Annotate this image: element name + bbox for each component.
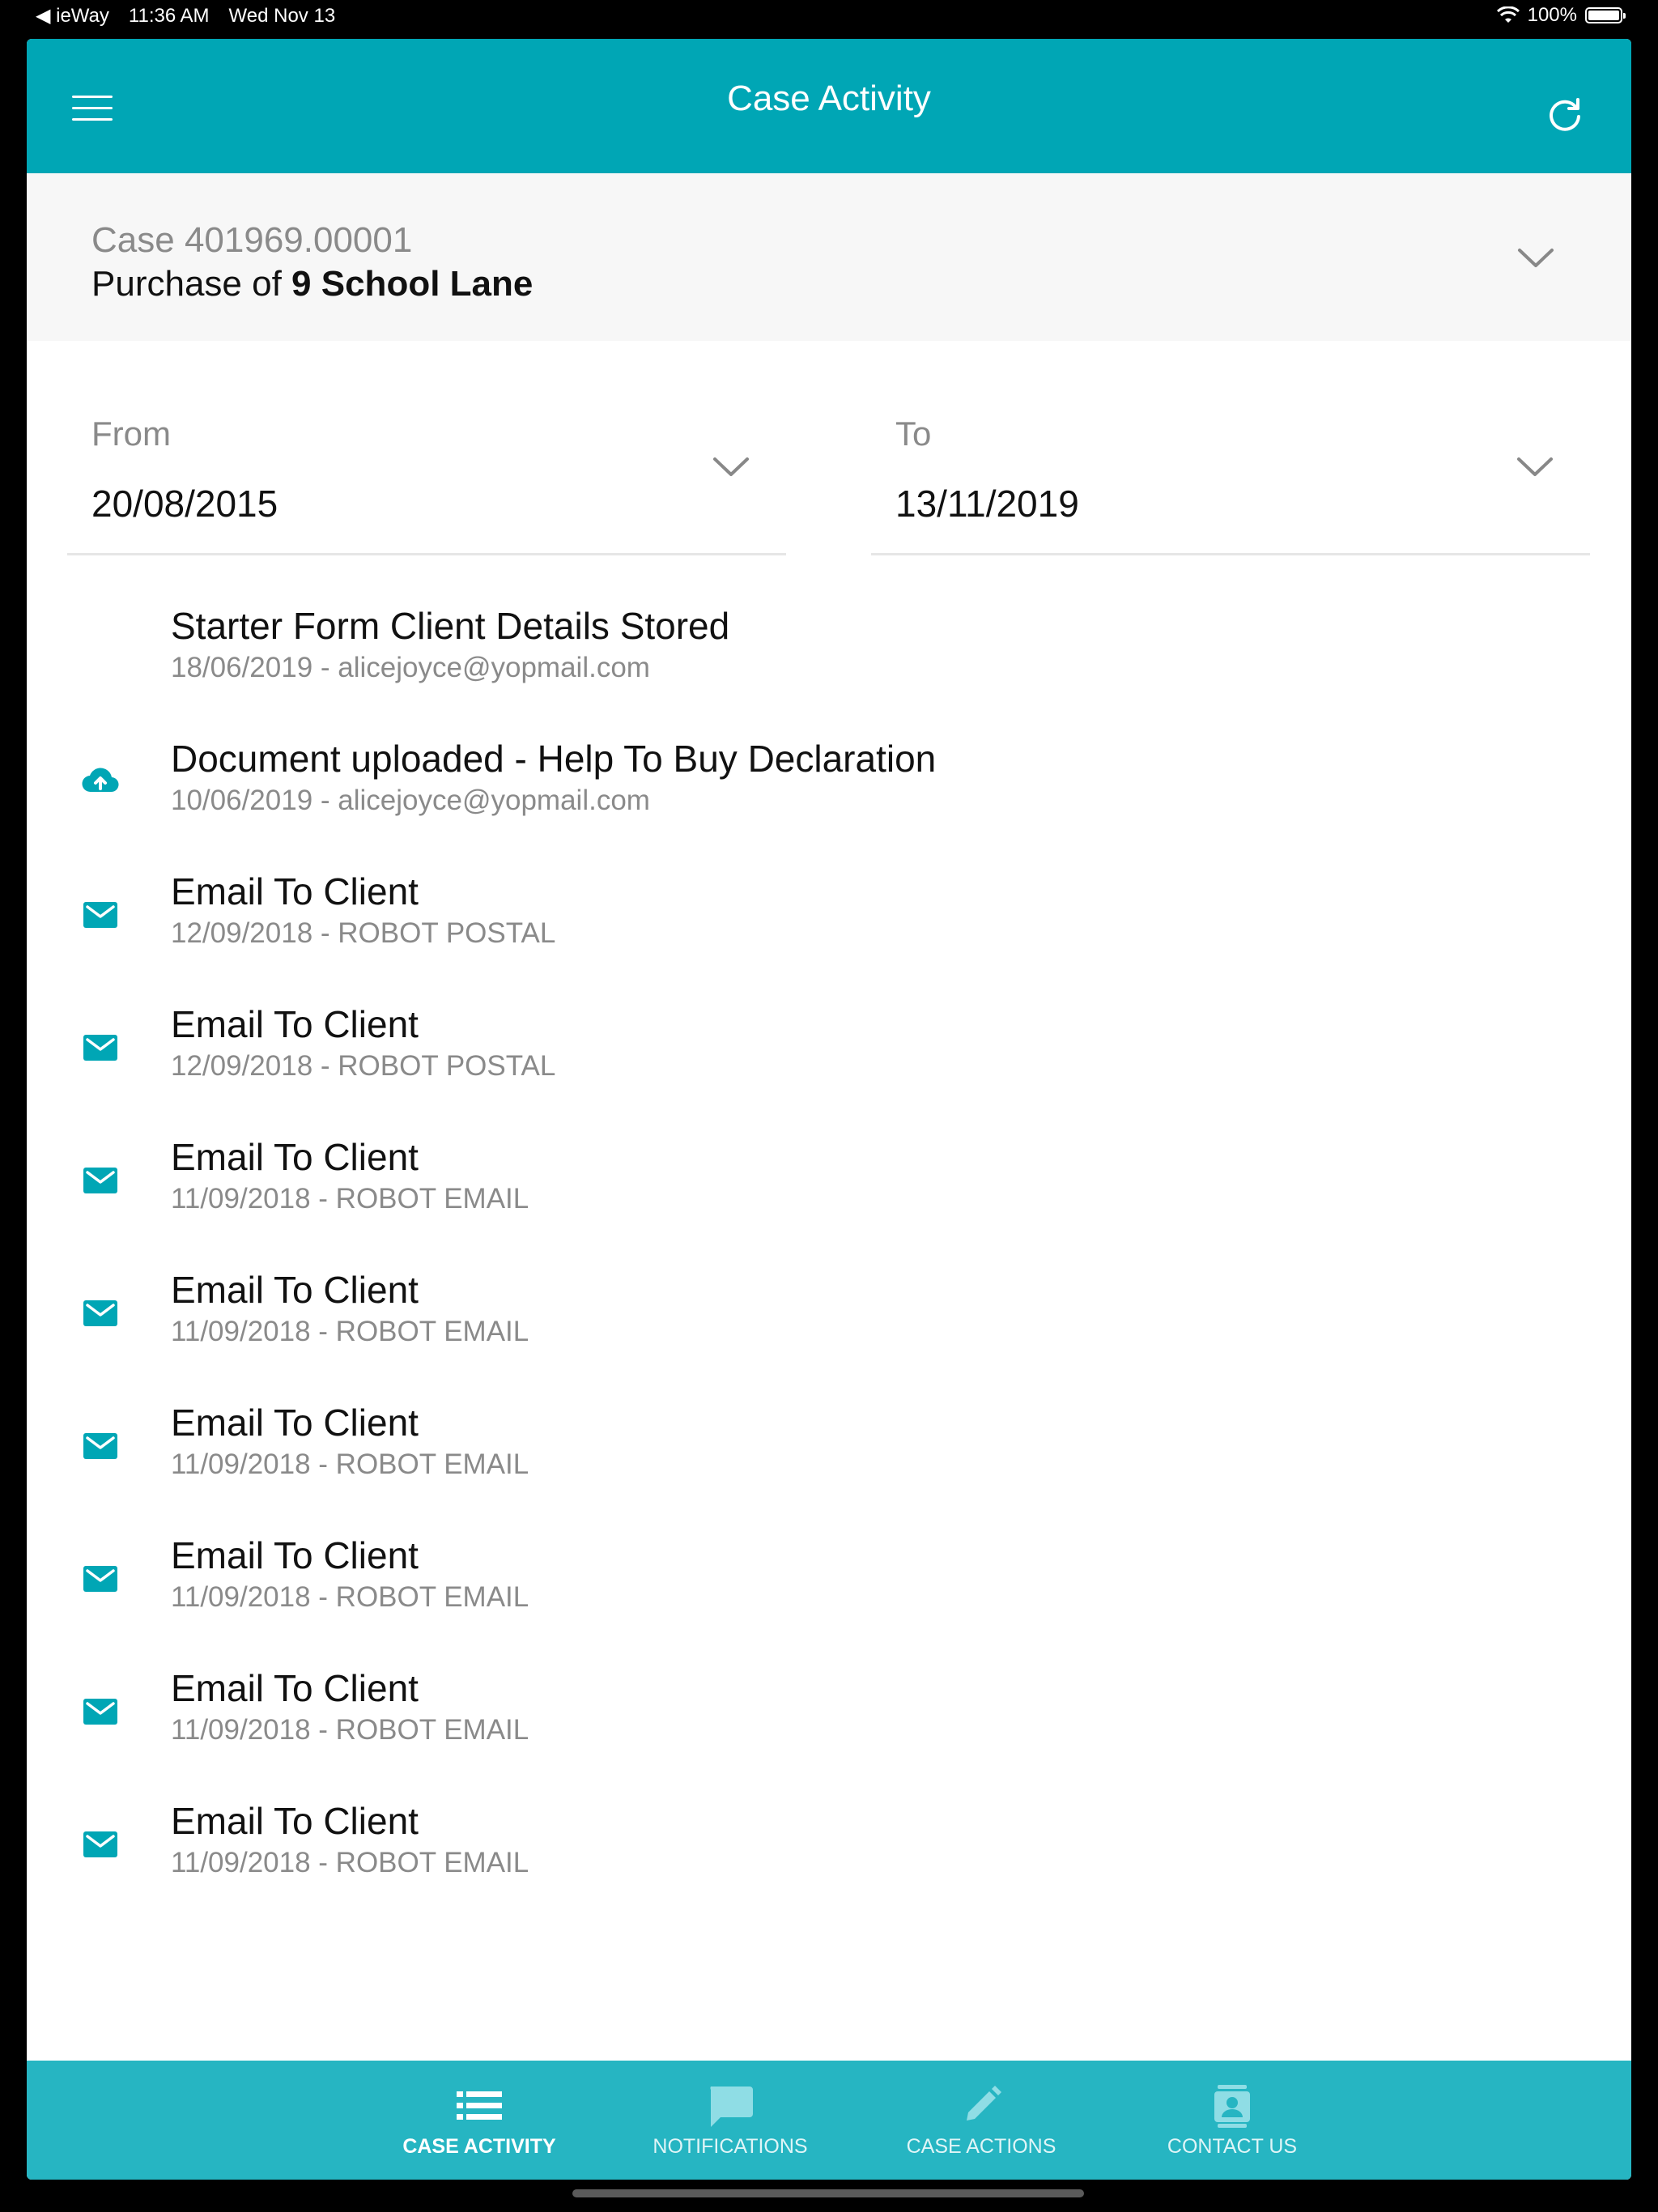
list-item[interactable]: Document uploaded - Help To Buy Declarat…: [27, 706, 1631, 839]
activity-title: Email To Client: [171, 1003, 419, 1045]
status-date: Wed Nov 13: [228, 4, 336, 27]
tab-label: CONTACT US: [1167, 2135, 1298, 2158]
from-date-value: 20/08/2015: [91, 483, 278, 525]
chevron-down-icon[interactable]: [712, 455, 750, 479]
case-description-prefix: Purchase of: [91, 264, 282, 304]
tab-contact-us[interactable]: CONTACT US: [1135, 2061, 1329, 2180]
home-indicator[interactable]: [572, 2189, 1084, 2197]
case-property: 9 School Lane: [291, 264, 534, 304]
tab-label: CASE ACTIVITY: [402, 2135, 556, 2158]
activity-title: Email To Client: [171, 870, 419, 912]
tab-label: NOTIFICATIONS: [653, 2135, 808, 2158]
activity-subtitle: 11/09/2018 - ROBOT EMAIL: [171, 1847, 529, 1878]
mail-icon: [83, 1566, 117, 1592]
activity-title: Email To Client: [171, 1667, 419, 1709]
activity-title: Email To Client: [171, 1800, 419, 1842]
from-date-label: From: [91, 415, 171, 453]
list-icon: [457, 2091, 502, 2120]
top-app-bar: Case Activity: [27, 39, 1631, 173]
case-description: Purchase of 9 School Lane: [91, 264, 533, 304]
battery-icon: [1585, 7, 1626, 23]
activity-title: Starter Form Client Details Stored: [171, 605, 730, 647]
refresh-icon: [1550, 98, 1580, 131]
back-to-app-link[interactable]: ◀ ieWay: [36, 4, 109, 28]
refresh-button[interactable]: [1545, 95, 1584, 134]
to-date-picker[interactable]: To 13/11/2019: [871, 368, 1590, 555]
app-window: Case Activity Case 401969.00001 Purchase…: [27, 39, 1631, 2180]
wifi-icon: [1496, 6, 1520, 23]
status-time: 11:36 AM: [128, 4, 210, 27]
tab-case-actions[interactable]: CASE ACTIONS: [884, 2061, 1078, 2180]
activity-subtitle: 12/09/2018 - ROBOT POSTAL: [171, 1050, 556, 1082]
mail-icon: [83, 1300, 117, 1326]
case-selector[interactable]: Case 401969.00001 Purchase of 9 School L…: [27, 173, 1631, 341]
activity-subtitle: 11/09/2018 - ROBOT EMAIL: [171, 1714, 529, 1746]
status-bar: ◀ ieWay 11:36 AM Wed Nov 13 100%: [0, 0, 1658, 32]
page-title: Case Activity: [727, 79, 931, 118]
activity-subtitle: 18/06/2019 - alicejoyce@yopmail.com: [171, 652, 650, 683]
chevron-down-icon[interactable]: [1516, 455, 1554, 479]
cloud-upload-icon: [82, 768, 119, 793]
list-item[interactable]: Email To Client 11/09/2018 - ROBOT EMAIL: [27, 1237, 1631, 1370]
tab-notifications[interactable]: NOTIFICATIONS: [633, 2061, 827, 2180]
mail-icon: [83, 1831, 117, 1857]
mail-icon: [83, 1168, 117, 1193]
list-item[interactable]: Email To Client 11/09/2018 - ROBOT EMAIL: [27, 1768, 1631, 1901]
case-number: Case 401969.00001: [91, 220, 413, 260]
list-item[interactable]: Email To Client 12/09/2018 - ROBOT POSTA…: [27, 839, 1631, 972]
activity-subtitle: 11/09/2018 - ROBOT EMAIL: [171, 1316, 529, 1347]
activity-list: Starter Form Client Details Stored 18/06…: [27, 573, 1631, 1901]
mail-icon: [83, 1699, 117, 1725]
mail-icon: [83, 902, 117, 928]
list-item[interactable]: Email To Client 11/09/2018 - ROBOT EMAIL: [27, 1503, 1631, 1636]
activity-subtitle: 12/09/2018 - ROBOT POSTAL: [171, 917, 556, 949]
to-date-value: 13/11/2019: [895, 483, 1079, 525]
list-item[interactable]: Starter Form Client Details Stored 18/06…: [27, 573, 1631, 706]
bottom-tab-bar: CASE ACTIVITY NOTIFICATIONS CASE ACTIONS: [27, 2061, 1631, 2180]
activity-title: Document uploaded - Help To Buy Declarat…: [171, 738, 937, 780]
activity-title: Email To Client: [171, 1402, 419, 1444]
activity-subtitle: 10/06/2019 - alicejoyce@yopmail.com: [171, 785, 650, 816]
tab-case-activity[interactable]: CASE ACTIVITY: [382, 2061, 576, 2180]
to-date-label: To: [895, 415, 932, 453]
activity-subtitle: 11/09/2018 - ROBOT EMAIL: [171, 1448, 529, 1480]
chat-bubble-icon: [710, 2087, 753, 2127]
list-item[interactable]: Email To Client 11/09/2018 - ROBOT EMAIL: [27, 1104, 1631, 1237]
list-item[interactable]: Email To Client 11/09/2018 - ROBOT EMAIL: [27, 1636, 1631, 1768]
from-date-picker[interactable]: From 20/08/2015: [67, 368, 786, 555]
activity-subtitle: 11/09/2018 - ROBOT EMAIL: [171, 1183, 529, 1214]
tab-label: CASE ACTIONS: [906, 2135, 1056, 2158]
activity-subtitle: 11/09/2018 - ROBOT EMAIL: [171, 1581, 529, 1613]
mail-icon: [83, 1433, 117, 1459]
mail-icon: [83, 1035, 117, 1061]
activity-title: Email To Client: [171, 1136, 419, 1178]
list-item[interactable]: Email To Client 11/09/2018 - ROBOT EMAIL: [27, 1370, 1631, 1503]
chevron-down-icon[interactable]: [1516, 246, 1555, 270]
contact-card-icon: [1214, 2085, 1250, 2128]
pencil-icon: [967, 2086, 1001, 2121]
battery-percent: 100%: [1527, 4, 1577, 26]
activity-title: Email To Client: [171, 1534, 419, 1576]
list-item[interactable]: Email To Client 12/09/2018 - ROBOT POSTA…: [27, 972, 1631, 1104]
activity-title: Email To Client: [171, 1269, 419, 1311]
